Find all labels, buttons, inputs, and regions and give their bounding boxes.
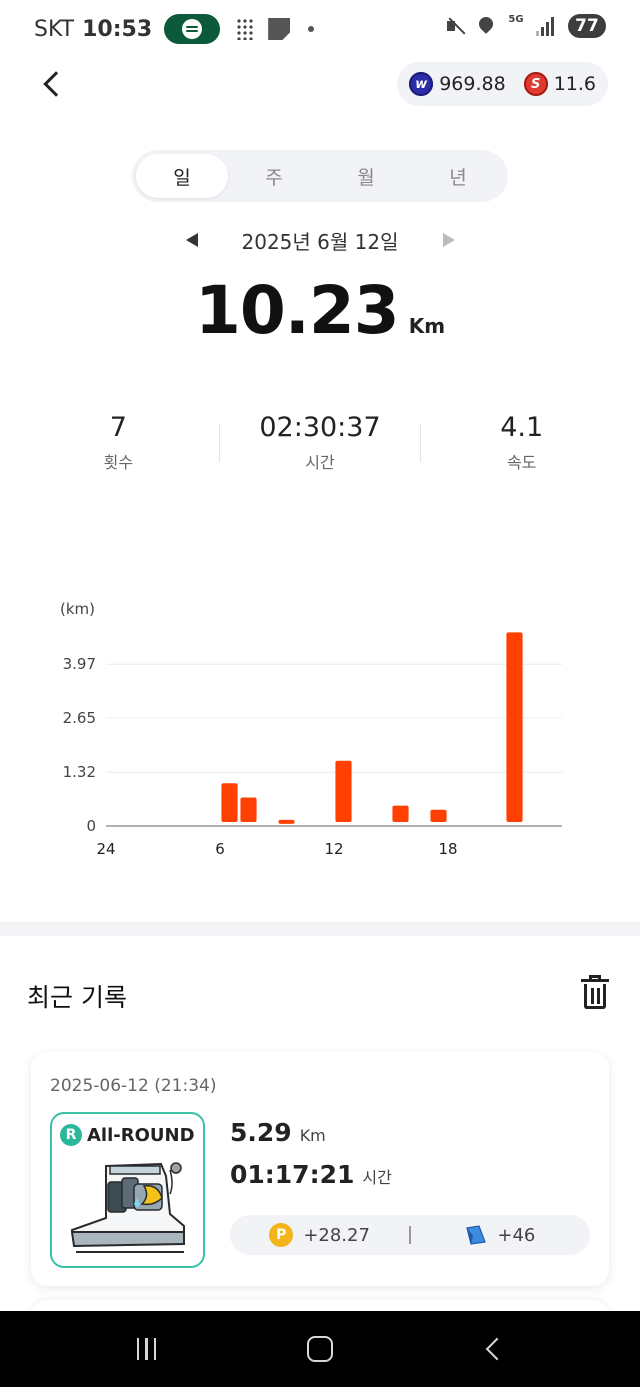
- record-date: 2025-06-12 (21:34): [50, 1076, 217, 1096]
- total-distance-value: 10.23: [194, 272, 400, 349]
- balance-pill[interactable]: w 969.88 S 11.6: [397, 62, 608, 106]
- record-distance-unit: Km: [299, 1126, 326, 1145]
- mute-icon: [446, 15, 466, 37]
- shoe-thumbnail: R All-ROUND: [50, 1112, 205, 1268]
- total-distance-unit: Km: [408, 314, 446, 338]
- recent-records-title: 최근 기록: [27, 983, 127, 1012]
- battery-indicator: 77: [568, 14, 606, 38]
- s-coin-icon: S: [523, 72, 548, 96]
- carrier-label: SKT: [34, 16, 75, 42]
- more-notifications-dot: [308, 26, 315, 32]
- w-coin-icon: w: [409, 72, 434, 96]
- record-distance-value: 5.29: [230, 1118, 292, 1147]
- y-tick-label: 0: [86, 817, 96, 835]
- x-tick-label: 18: [438, 840, 457, 858]
- section-divider: [0, 922, 640, 936]
- y-tick-label: 3.97: [63, 655, 96, 673]
- delete-button[interactable]: [580, 975, 610, 1011]
- location-icon: [476, 15, 496, 37]
- stat-count-label: 횟수: [103, 453, 134, 472]
- shoe-type-label: All-ROUND: [87, 1124, 195, 1146]
- date-navigation: 2025년 6월 12일: [0, 222, 640, 258]
- record-card[interactable]: 2025-06-12 (21:34) R All-ROUND 5.29 Km 0…: [31, 1052, 609, 1286]
- home-button[interactable]: [290, 1319, 350, 1379]
- stats-row: 7 횟수 02:30:37 시간 4.1 속도: [18, 412, 622, 484]
- spotify-icon: [164, 14, 221, 44]
- back-button[interactable]: [34, 64, 70, 104]
- previous-date-icon[interactable]: [185, 233, 198, 247]
- record-distance: 5.29 Km: [230, 1118, 326, 1147]
- w-coin-balance: w 969.88: [409, 72, 506, 96]
- tab-month[interactable]: 월: [320, 154, 412, 198]
- stat-time-value: 02:30:37: [259, 412, 381, 443]
- record-duration-value: 01:17:21: [230, 1160, 355, 1189]
- period-tabs: 일 주 월 년: [132, 150, 508, 202]
- signal-icon: [536, 16, 558, 36]
- s-coin-balance: S 11.6: [523, 72, 596, 96]
- record-rewards: P +28.27 +46: [230, 1215, 590, 1255]
- w-coin-value: 969.88: [439, 73, 506, 95]
- s-coin-value: 11.6: [553, 73, 596, 95]
- chevron-left-icon: [43, 71, 69, 97]
- next-date-icon[interactable]: [442, 233, 455, 247]
- tab-week[interactable]: 주: [228, 154, 320, 198]
- back-icon: [485, 1337, 509, 1361]
- tab-day[interactable]: 일: [136, 154, 228, 198]
- network-5g-icon: 5G: [508, 14, 524, 25]
- stat-speed-value: 4.1: [500, 412, 544, 443]
- reward-map: +46: [411, 1224, 590, 1246]
- record-duration: 01:17:21 시간: [230, 1160, 392, 1189]
- rarity-icon: R: [60, 1124, 82, 1146]
- clock: 10:53: [82, 16, 153, 42]
- stat-speed-label: 속도: [506, 453, 537, 472]
- stat-time: 02:30:37 시간: [220, 412, 421, 484]
- stat-speed: 4.1 속도: [421, 412, 622, 484]
- stat-time-label: 시간: [305, 453, 335, 472]
- chart-bar: [278, 819, 295, 824]
- recent-apps-button[interactable]: [117, 1319, 177, 1379]
- y-tick-label: 1.32: [63, 763, 96, 781]
- map-tile-icon: [466, 1225, 487, 1245]
- status-bar: SKT 10:53 5G 77: [0, 0, 640, 58]
- chart-bar: [392, 805, 409, 822]
- app-notification-icon: [236, 18, 255, 40]
- stat-count: 7 횟수: [18, 412, 219, 484]
- y-tick-label: 2.65: [63, 709, 96, 727]
- recent-apps-icon: [136, 1338, 157, 1360]
- reward-points-value: +28.27: [303, 1224, 370, 1246]
- shoe-type-badge: R All-ROUND: [60, 1124, 195, 1146]
- chart-bar: [240, 797, 257, 822]
- chart-bar: [430, 809, 447, 822]
- reward-map-value: +46: [497, 1224, 536, 1246]
- selected-date: 2025년 6월 12일: [241, 229, 399, 254]
- total-distance: 10.23 Km: [0, 272, 640, 349]
- stat-count-value: 7: [109, 412, 127, 443]
- y-axis-label: (km): [60, 600, 95, 618]
- chart-bar: [335, 760, 352, 822]
- chart-bar: [221, 783, 238, 822]
- x-tick-label: 6: [215, 840, 225, 858]
- x-tick-label: 24: [96, 840, 115, 858]
- point-coin-icon: P: [269, 1223, 294, 1247]
- chart-bar: [506, 632, 523, 822]
- sneaker-icon: [70, 1162, 185, 1253]
- note-icon: [268, 18, 291, 40]
- chart-canvas: (km) 3.97 2.65 1.32 024 6 12 18: [60, 600, 562, 858]
- tab-year[interactable]: 년: [412, 154, 504, 198]
- x-tick-label: 12: [324, 840, 343, 858]
- distance-chart: (km) 3.97 2.65 1.32 0 24 6 12 18: [40, 590, 600, 870]
- record-duration-unit: 시간: [362, 1168, 392, 1187]
- system-nav-bar: [0, 1311, 640, 1387]
- reward-points: P +28.27: [230, 1223, 409, 1247]
- home-icon: [306, 1336, 333, 1362]
- system-back-button[interactable]: [463, 1319, 523, 1379]
